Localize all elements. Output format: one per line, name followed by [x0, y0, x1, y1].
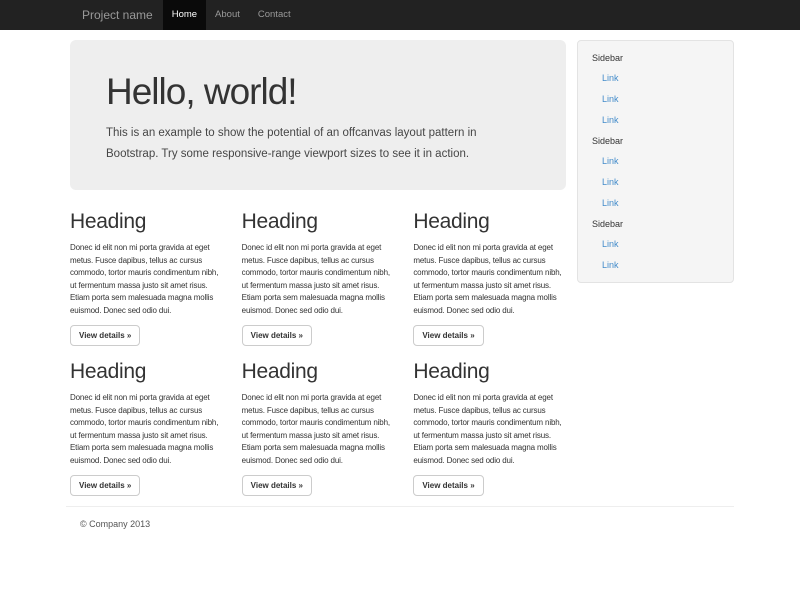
sidebar-link[interactable]: Link: [592, 255, 725, 276]
feature-heading: Heading: [413, 210, 566, 234]
sidebar-link[interactable]: Link: [592, 89, 725, 110]
view-details-button[interactable]: View details »: [70, 325, 140, 346]
feature-body: Donec id elit non mi porta gravida at eg…: [413, 392, 566, 467]
footer-copyright: © Company 2013: [80, 519, 734, 529]
feature-block: Heading Donec id elit non mi porta gravi…: [413, 210, 566, 346]
view-details-button[interactable]: View details »: [242, 325, 312, 346]
sidebar-link[interactable]: Link: [592, 68, 725, 89]
sidebar-link[interactable]: Link: [592, 110, 725, 131]
nav-item-contact[interactable]: Contact: [249, 0, 300, 30]
sidebar-link[interactable]: Link: [592, 151, 725, 172]
view-details-button[interactable]: View details »: [70, 475, 140, 496]
feature-block: Heading Donec id elit non mi porta gravi…: [70, 360, 223, 496]
sidebar-link[interactable]: Link: [592, 234, 725, 255]
feature-body: Donec id elit non mi porta gravida at eg…: [242, 242, 395, 317]
feature-grid: Heading Donec id elit non mi porta gravi…: [70, 210, 566, 496]
feature-block: Heading Donec id elit non mi porta gravi…: [413, 360, 566, 496]
sidebar-group-title: Sidebar: [592, 214, 725, 234]
sidebar-well: SidebarLinkLinkLinkSidebarLinkLinkLinkSi…: [577, 40, 734, 283]
nav-item-home[interactable]: Home: [163, 0, 206, 30]
main-content: Hello, world! This is an example to show…: [66, 40, 566, 496]
navbar-inner: Project name HomeAboutContact: [66, 0, 734, 30]
jumbotron-title: Hello, world!: [106, 71, 530, 113]
feature-body: Donec id elit non mi porta gravida at eg…: [413, 242, 566, 317]
feature-block: Heading Donec id elit non mi porta gravi…: [242, 210, 395, 346]
sidebar-group-title: Sidebar: [592, 48, 725, 68]
nav-item-about[interactable]: About: [206, 0, 249, 30]
view-details-button[interactable]: View details »: [242, 475, 312, 496]
jumbotron: Hello, world! This is an example to show…: [70, 40, 566, 190]
feature-block: Heading Donec id elit non mi porta gravi…: [242, 360, 395, 496]
navbar: Project name HomeAboutContact: [0, 0, 800, 30]
feature-body: Donec id elit non mi porta gravida at eg…: [70, 242, 223, 317]
feature-heading: Heading: [70, 360, 223, 384]
sidebar: SidebarLinkLinkLinkSidebarLinkLinkLinkSi…: [577, 40, 734, 283]
page-container: Hello, world! This is an example to show…: [66, 40, 734, 496]
feature-block: Heading Donec id elit non mi porta gravi…: [70, 210, 223, 346]
jumbotron-text: This is an example to show the potential…: [106, 123, 526, 165]
navbar-brand[interactable]: Project name: [66, 0, 163, 30]
feature-heading: Heading: [413, 360, 566, 384]
navbar-menu: HomeAboutContact: [163, 0, 300, 30]
feature-heading: Heading: [70, 210, 223, 234]
view-details-button[interactable]: View details »: [413, 325, 483, 346]
sidebar-group-title: Sidebar: [592, 131, 725, 151]
feature-heading: Heading: [242, 360, 395, 384]
sidebar-link[interactable]: Link: [592, 172, 725, 193]
view-details-button[interactable]: View details »: [413, 475, 483, 496]
feature-body: Donec id elit non mi porta gravida at eg…: [70, 392, 223, 467]
footer: © Company 2013: [66, 506, 734, 529]
sidebar-link[interactable]: Link: [592, 193, 725, 214]
feature-body: Donec id elit non mi porta gravida at eg…: [242, 392, 395, 467]
feature-heading: Heading: [242, 210, 395, 234]
